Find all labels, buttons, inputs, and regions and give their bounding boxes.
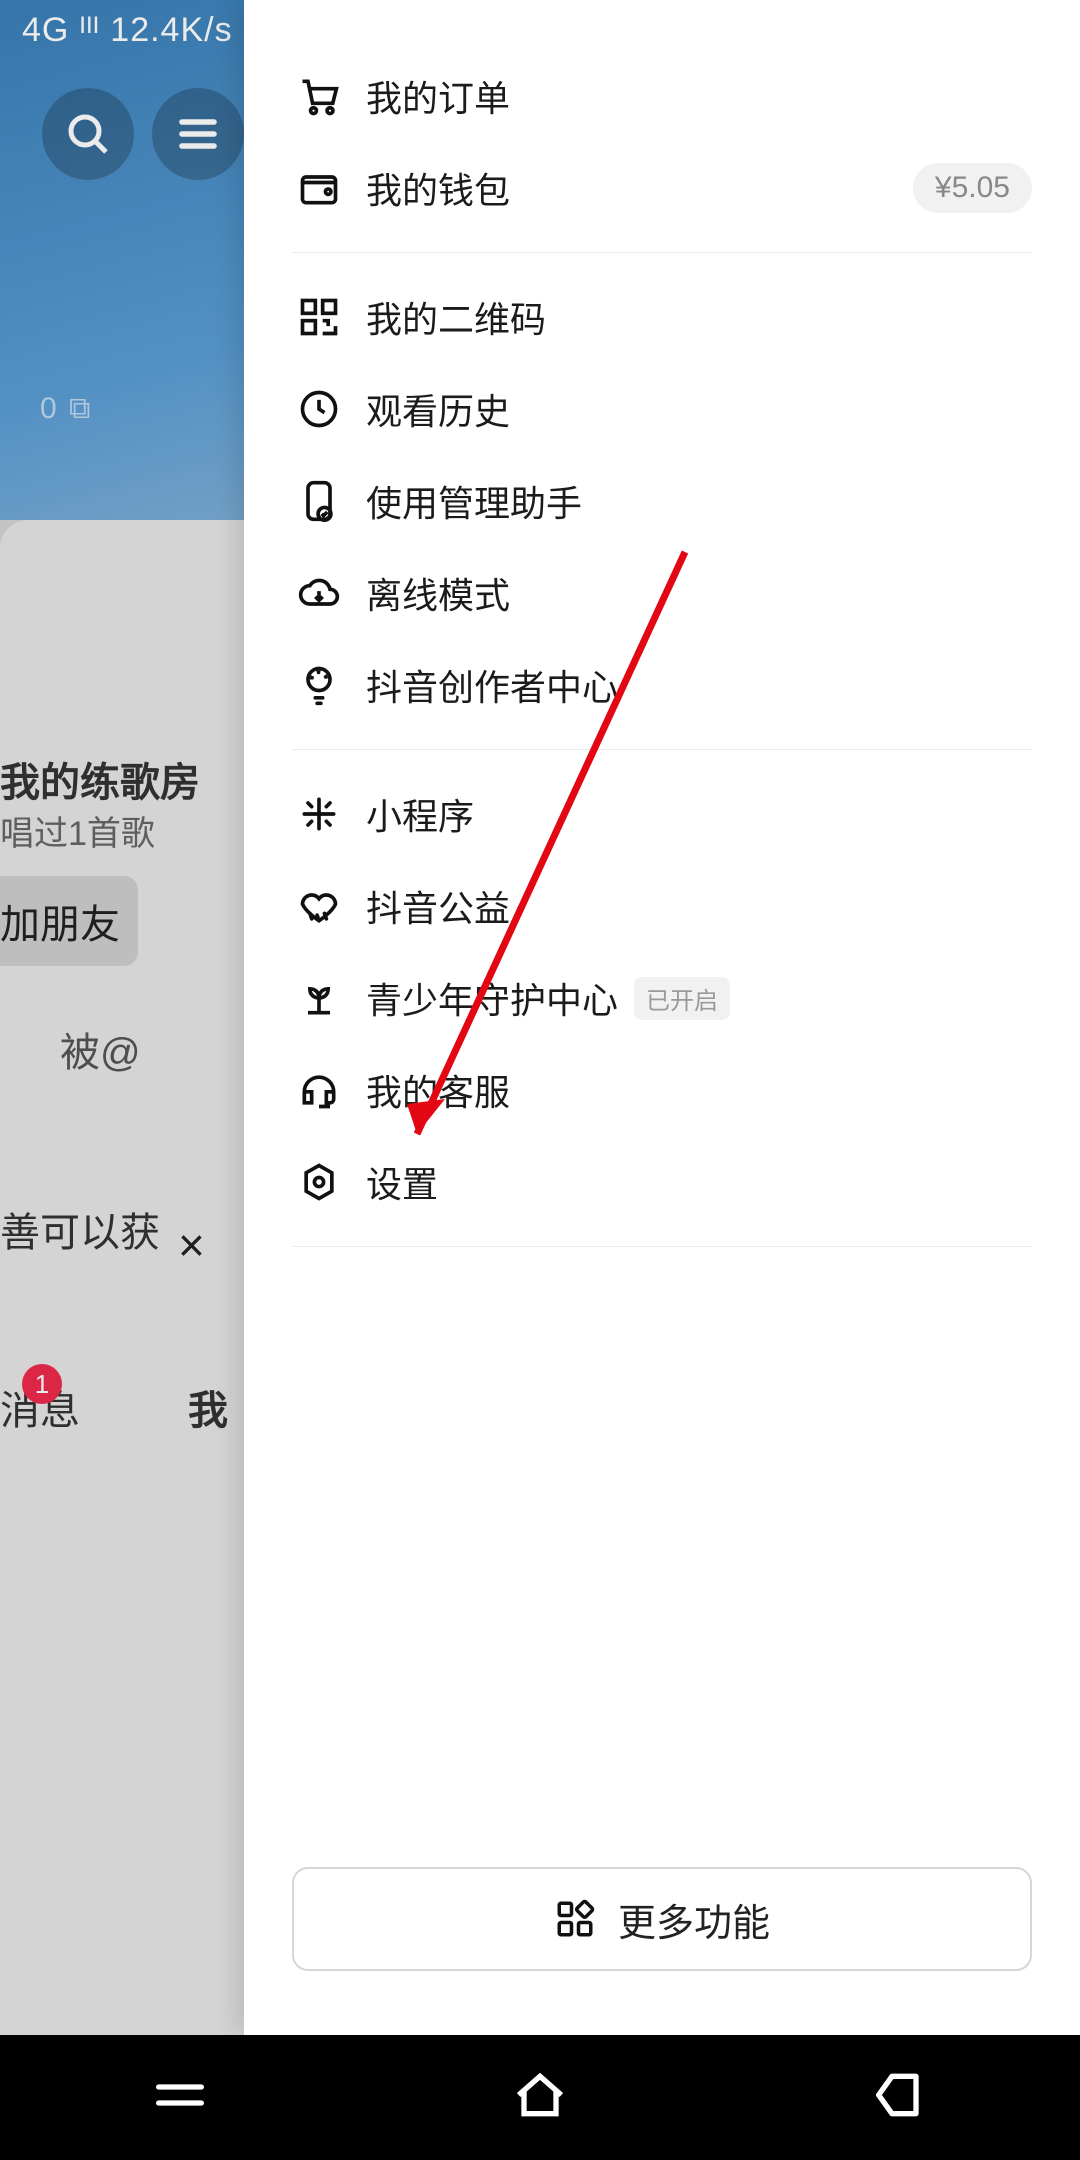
headset-icon — [297, 1068, 341, 1112]
wallet-balance-chip: ¥5.05 — [913, 163, 1032, 213]
grid-plus-icon — [554, 1898, 596, 1940]
drawer-item-history[interactable]: 观看历史 — [244, 363, 1080, 455]
drawer-item-offline[interactable]: 离线模式 — [244, 547, 1080, 639]
phone-check-icon — [297, 479, 341, 523]
karaoke-subtitle: 唱过1首歌 — [0, 806, 155, 855]
divider — [292, 252, 1032, 253]
drawer-youth-label: 青少年守护中心 — [366, 972, 618, 1024]
system-back-button[interactable] — [868, 2063, 932, 2132]
drawer-item-service[interactable]: 我的客服 — [244, 1044, 1080, 1136]
search-button[interactable] — [42, 88, 134, 180]
drawer-offline-label: 离线模式 — [366, 567, 510, 619]
wallet-icon — [297, 166, 341, 210]
heart-icon — [297, 884, 341, 928]
drawer-item-charity[interactable]: 抖音公益 — [244, 860, 1080, 952]
system-recent-button[interactable] — [148, 2063, 212, 2132]
drawer-settings-label: 设置 — [366, 1156, 438, 1208]
drawer-assistant-label: 使用管理助手 — [366, 475, 582, 527]
more-features-button[interactable]: 更多功能 — [292, 1867, 1032, 1971]
lightbulb-icon — [297, 663, 341, 707]
promo-close-button[interactable]: × — [178, 1218, 205, 1272]
drawer-item-miniapp[interactable]: 小程序 — [244, 768, 1080, 860]
messages-badge: 1 — [22, 1364, 62, 1404]
more-features-label: 更多功能 — [618, 1892, 770, 1947]
system-home-button[interactable] — [508, 2063, 572, 2132]
karaoke-title[interactable]: 我的练歌房 — [0, 750, 200, 808]
drawer-history-label: 观看历史 — [366, 383, 510, 435]
home-icon — [508, 2063, 572, 2127]
qr-icon — [297, 295, 341, 339]
drawer-item-orders[interactable]: 我的订单 — [244, 50, 1080, 142]
drawer-charity-label: 抖音公益 — [366, 880, 510, 932]
menu-button[interactable] — [152, 88, 244, 180]
search-icon — [64, 110, 112, 158]
cloud-download-icon — [297, 571, 341, 615]
recent-icon — [148, 2063, 212, 2127]
sparkle-icon — [297, 792, 341, 836]
drawer-miniapp-label: 小程序 — [366, 788, 474, 840]
back-icon — [868, 2063, 932, 2127]
tab-mentions[interactable]: 被@ — [0, 1020, 141, 1078]
settings-icon — [297, 1160, 341, 1204]
network-status: 4G ᴵᴵᴵ 12.4K/s — [22, 11, 233, 50]
clock-icon — [297, 387, 341, 431]
drawer-orders-label: 我的订单 — [366, 70, 510, 122]
system-nav-bar — [0, 2035, 1080, 2160]
drawer-wallet-label: 我的钱包 — [366, 162, 510, 214]
drawer-item-assistant[interactable]: 使用管理助手 — [244, 455, 1080, 547]
drawer-item-creator[interactable]: 抖音创作者中心 — [244, 639, 1080, 731]
side-drawer: 我的订单 我的钱包 ¥5.05 我的二维码 观看历史 使用管理助手 离线模式 抖… — [244, 0, 1080, 2035]
add-friend-label: 加朋友 — [0, 892, 120, 950]
divider — [292, 749, 1032, 750]
sprout-icon — [297, 976, 341, 1020]
drawer-item-youth[interactable]: 青少年守护中心 已开启 — [244, 952, 1080, 1044]
hamburger-icon — [174, 110, 222, 158]
nav-messages[interactable]: 消息 1 — [0, 1378, 80, 1436]
divider — [292, 1246, 1032, 1247]
drawer-item-wallet[interactable]: 我的钱包 ¥5.05 — [244, 142, 1080, 234]
drawer-item-qr[interactable]: 我的二维码 — [244, 271, 1080, 363]
drawer-service-label: 我的客服 — [366, 1064, 510, 1116]
drawer-item-settings[interactable]: 设置 — [244, 1136, 1080, 1228]
drawer-qr-label: 我的二维码 — [366, 291, 546, 343]
profile-qr-hint: 0 ⧉ — [40, 392, 92, 426]
promo-banner-text: 善可以获 — [0, 1200, 160, 1258]
add-friend-button[interactable]: 加朋友 — [0, 876, 138, 966]
youth-status-chip: 已开启 — [634, 977, 730, 1020]
drawer-creator-label: 抖音创作者中心 — [366, 659, 618, 711]
nav-me[interactable]: 我 — [188, 1378, 228, 1436]
cart-icon — [297, 74, 341, 118]
